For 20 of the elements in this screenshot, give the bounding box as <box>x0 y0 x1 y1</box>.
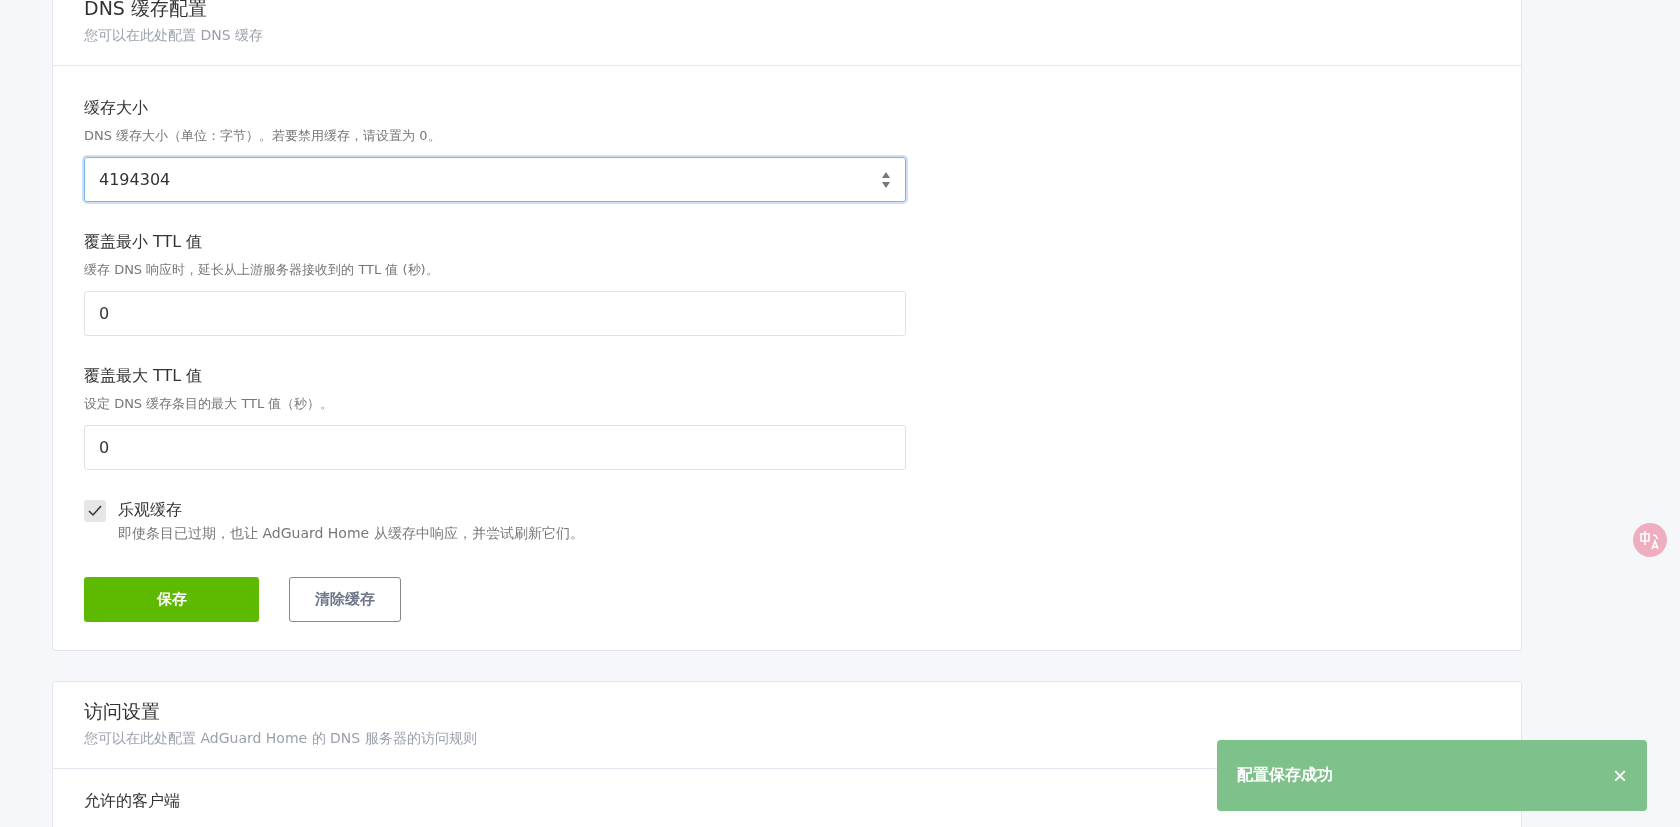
section-title: 访问设置 <box>84 699 161 724</box>
checkbox[interactable] <box>84 500 106 522</box>
checkbox-label: 乐观缓存 <box>118 500 183 521</box>
field-help-text: 缓存 DNS 响应时，延长从上游服务器接收到的 TTL 值 (秒)。 <box>84 261 440 279</box>
field-label: 允许的客户端 <box>84 791 181 812</box>
field-help-text: DNS 缓存大小（单位：字节）。若要禁用缓存，请设置为 0。 <box>84 127 442 145</box>
checkbox-help-text: 即使条目已过期，也让 AdGuard Home 从缓存中响应，并尝试刷新它们。 <box>118 525 584 543</box>
field-label: 覆盖最小 TTL 值 <box>84 232 204 253</box>
field-help-text: 设定 DNS 缓存条目的最大 TTL 值（秒）。 <box>84 395 335 413</box>
checkmark-icon <box>88 505 102 517</box>
toast-message: 配置保存成功 <box>1237 765 1333 786</box>
field-label: 缓存大小 <box>84 98 149 119</box>
section-subtitle: 您可以在此处配置 DNS 缓存 <box>84 27 265 45</box>
input-field[interactable]: 4194304 <box>84 157 906 202</box>
section-subtitle: 您可以在此处配置 AdGuard Home 的 DNS 服务器的访问规则 <box>84 730 478 748</box>
field-label: 覆盖最大 TTL 值 <box>84 366 204 387</box>
input-field[interactable]: 0 <box>84 291 906 336</box>
section-title: DNS 缓存配置 <box>84 0 208 21</box>
clear-cache-button[interactable]: 清除缓存 <box>289 577 401 622</box>
input-field[interactable]: 0 <box>84 425 906 470</box>
